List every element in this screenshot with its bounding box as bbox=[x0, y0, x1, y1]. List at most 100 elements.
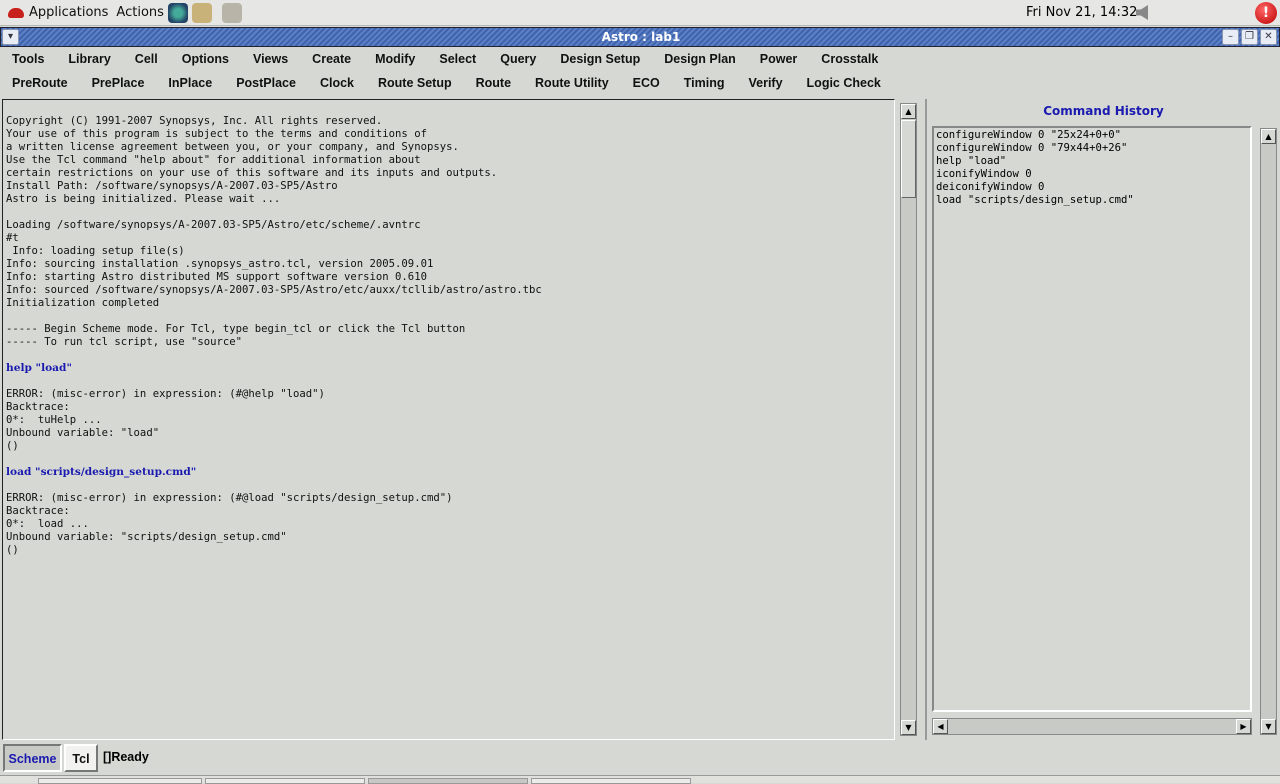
volume-icon[interactable] bbox=[1136, 5, 1148, 20]
scroll-down-icon[interactable]: ▼ bbox=[1261, 719, 1276, 734]
taskbar-item[interactable] bbox=[205, 778, 365, 784]
history-item[interactable]: configureWindow 0 "25x24+0+0" bbox=[936, 129, 1248, 142]
console-line: Astro is being initialized. Please wait … bbox=[6, 193, 281, 205]
scroll-left-icon[interactable]: ◀ bbox=[933, 719, 948, 734]
console-line: ----- Begin Scheme mode. For Tcl, type b… bbox=[6, 323, 466, 335]
console-line: Loading /software/synopsys/A-2007.03-SP5… bbox=[6, 219, 421, 231]
menu-design-setup[interactable]: Design Setup bbox=[560, 52, 640, 66]
scheme-mode-button[interactable]: Scheme bbox=[3, 744, 62, 772]
menu-inplace[interactable]: InPlace bbox=[168, 76, 212, 90]
menu-bar-secondary: PreRoute PrePlace InPlace PostPlace Clock Rou… bbox=[0, 72, 1280, 94]
web-browser-icon[interactable] bbox=[167, 2, 188, 23]
menu-library[interactable]: Library bbox=[68, 52, 110, 66]
console-line: ----- To run tcl script, use "source" bbox=[6, 336, 242, 348]
applications-menu[interactable]: Applications bbox=[8, 5, 108, 20]
scroll-up-icon[interactable]: ▲ bbox=[1261, 129, 1276, 144]
menu-modify[interactable]: Modify bbox=[375, 52, 415, 66]
history-vscrollbar[interactable]: ▲ ▼ bbox=[1260, 128, 1277, 735]
menu-power[interactable]: Power bbox=[760, 52, 798, 66]
console-line: () bbox=[6, 544, 19, 556]
history-item[interactable]: load "scripts/design_setup.cmd" bbox=[936, 194, 1248, 207]
menu-tools[interactable]: Tools bbox=[12, 52, 44, 66]
window-title: Astro : lab1 bbox=[601, 30, 681, 44]
office-icon[interactable] bbox=[221, 2, 242, 23]
menu-bar-primary: Tools Library Cell Options Views Create Modify… bbox=[0, 48, 1280, 70]
clock[interactable]: Fri Nov 21, 14:32 bbox=[1026, 5, 1137, 20]
redhat-icon bbox=[8, 7, 24, 18]
console-line: ERROR: (misc-error) in expression: (#@lo… bbox=[6, 492, 453, 504]
menu-query[interactable]: Query bbox=[500, 52, 536, 66]
console-line: Install Path: /software/synopsys/A-2007.… bbox=[6, 180, 338, 192]
console-line: Your use of this program is subject to t… bbox=[6, 128, 427, 140]
console-line: Unbound variable: "load" bbox=[6, 427, 160, 439]
history-hscrollbar[interactable]: ◀ ▶ bbox=[932, 718, 1252, 735]
applications-label: Applications bbox=[29, 5, 109, 20]
status-message: []Ready bbox=[103, 750, 149, 764]
email-icon[interactable] bbox=[191, 2, 212, 23]
menu-create[interactable]: Create bbox=[312, 52, 351, 66]
taskbar bbox=[0, 775, 1280, 784]
history-item[interactable]: help "load" bbox=[936, 155, 1248, 168]
menu-design-plan[interactable]: Design Plan bbox=[664, 52, 736, 66]
console-line: 0*: load ... bbox=[6, 518, 89, 530]
console-line: Info: sourced /software/synopsys/A-2007.… bbox=[6, 284, 542, 296]
history-item[interactable]: configureWindow 0 "79x44+0+26" bbox=[936, 142, 1248, 155]
command-history-list[interactable]: configureWindow 0 "25x24+0+0" configureWi… bbox=[932, 126, 1252, 712]
console-line: #t bbox=[6, 232, 19, 244]
console-line: ERROR: (misc-error) in expression: (#@he… bbox=[6, 388, 325, 400]
history-item[interactable]: deiconifyWindow 0 bbox=[936, 181, 1248, 194]
console-line: Initialization completed bbox=[6, 297, 160, 309]
top-panel: Applications Actions Fri Nov 21, 14:32 ! bbox=[0, 0, 1280, 26]
menu-postplace[interactable]: PostPlace bbox=[236, 76, 296, 90]
console-line: Backtrace: bbox=[6, 401, 70, 413]
menu-route-setup[interactable]: Route Setup bbox=[378, 76, 452, 90]
taskbar-item[interactable] bbox=[38, 778, 202, 784]
menu-views[interactable]: Views bbox=[253, 52, 288, 66]
scrollbar-thumb[interactable] bbox=[901, 120, 916, 198]
status-bar: Scheme Tcl []Ready bbox=[0, 742, 1280, 774]
console-line: certain restrictions on your use of this… bbox=[6, 167, 498, 179]
menu-verify[interactable]: Verify bbox=[748, 76, 782, 90]
console-output[interactable]: Copyright (C) 1991-2007 Synopsys, Inc. A… bbox=[2, 99, 895, 740]
console-line: 0*: tuHelp ... bbox=[6, 414, 102, 426]
menu-clock[interactable]: Clock bbox=[320, 76, 354, 90]
menu-cell[interactable]: Cell bbox=[135, 52, 158, 66]
console-line: () bbox=[6, 440, 19, 452]
menu-timing[interactable]: Timing bbox=[684, 76, 725, 90]
actions-label: Actions bbox=[116, 5, 164, 20]
menu-preroute[interactable]: PreRoute bbox=[12, 76, 68, 90]
menu-select[interactable]: Select bbox=[439, 52, 476, 66]
menu-eco[interactable]: ECO bbox=[633, 76, 660, 90]
console-command-line: help "load" bbox=[6, 362, 72, 374]
console-line: Info: starting Astro distributed MS supp… bbox=[6, 271, 427, 283]
maximize-button[interactable]: ❐ bbox=[1241, 29, 1258, 45]
update-alert-icon[interactable]: ! bbox=[1255, 2, 1277, 24]
console-line: Copyright (C) 1991-2007 Synopsys, Inc. A… bbox=[6, 115, 383, 127]
console-line: a written license agreement between you,… bbox=[6, 141, 459, 153]
actions-menu[interactable]: Actions bbox=[116, 5, 164, 20]
history-item[interactable]: iconifyWindow 0 bbox=[936, 168, 1248, 181]
scroll-down-icon[interactable]: ▼ bbox=[901, 720, 916, 735]
taskbar-item[interactable] bbox=[531, 778, 691, 784]
console-line: Use the Tcl command "help about" for add… bbox=[6, 154, 421, 166]
minimize-button[interactable]: – bbox=[1222, 29, 1239, 45]
console-line: Info: loading setup file(s) bbox=[6, 245, 185, 257]
window-titlebar[interactable]: ▾ Astro : lab1 – ❐ ✕ bbox=[0, 27, 1280, 47]
menu-route[interactable]: Route bbox=[476, 76, 511, 90]
tcl-mode-button[interactable]: Tcl bbox=[64, 744, 98, 772]
menu-options[interactable]: Options bbox=[182, 52, 229, 66]
close-button[interactable]: ✕ bbox=[1260, 29, 1277, 45]
command-history-panel: Command History configureWindow 0 "25x24… bbox=[925, 99, 1278, 740]
scroll-right-icon[interactable]: ▶ bbox=[1236, 719, 1251, 734]
scroll-up-icon[interactable]: ▲ bbox=[901, 104, 916, 119]
menu-logic-check[interactable]: Logic Check bbox=[807, 76, 881, 90]
menu-crosstalk[interactable]: Crosstalk bbox=[821, 52, 878, 66]
console-scrollbar[interactable]: ▲ ▼ bbox=[900, 103, 917, 736]
taskbar-item-active[interactable] bbox=[368, 778, 528, 784]
menu-preplace[interactable]: PrePlace bbox=[92, 76, 145, 90]
menu-route-utility[interactable]: Route Utility bbox=[535, 76, 609, 90]
